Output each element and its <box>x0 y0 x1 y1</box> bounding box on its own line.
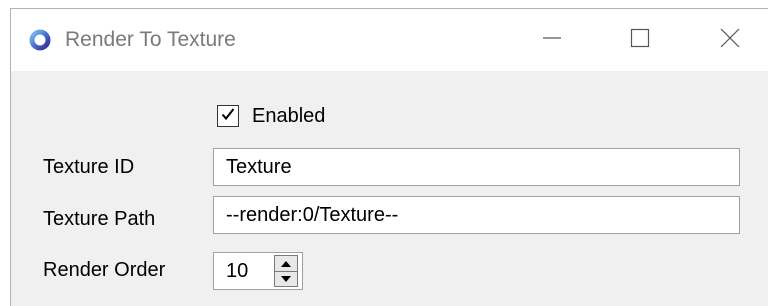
render-order-label: Render Order <box>43 259 166 281</box>
spin-down-button[interactable] <box>275 271 297 286</box>
title-bar[interactable]: Render To Texture <box>11 9 768 71</box>
maximize-button[interactable] <box>617 17 663 63</box>
arrow-down-icon <box>280 270 292 288</box>
enabled-checkbox[interactable] <box>217 105 239 127</box>
render-to-texture-window: Render To Texture Enabled Texture ID Tex… <box>10 8 768 306</box>
texture-path-label: Texture Path <box>43 208 156 230</box>
enabled-checkbox-row[interactable]: Enabled <box>217 103 325 129</box>
enabled-label: Enabled <box>252 105 326 127</box>
app-logo-icon <box>29 29 51 51</box>
spin-buttons <box>274 255 298 287</box>
close-button[interactable] <box>707 17 753 63</box>
render-order-value[interactable]: 10 <box>226 253 248 289</box>
maximize-icon <box>629 27 651 54</box>
texture-id-input[interactable]: Texture <box>213 148 740 186</box>
texture-path-input[interactable]: --render:0/Texture-- <box>213 196 740 234</box>
checkmark-icon <box>220 106 236 127</box>
texture-id-label: Texture ID <box>43 156 135 178</box>
minimize-icon <box>541 27 563 54</box>
minimize-button[interactable] <box>529 17 575 63</box>
close-icon <box>719 27 741 54</box>
window-title: Render To Texture <box>65 28 236 51</box>
render-order-spinbox[interactable]: 10 <box>213 252 303 290</box>
